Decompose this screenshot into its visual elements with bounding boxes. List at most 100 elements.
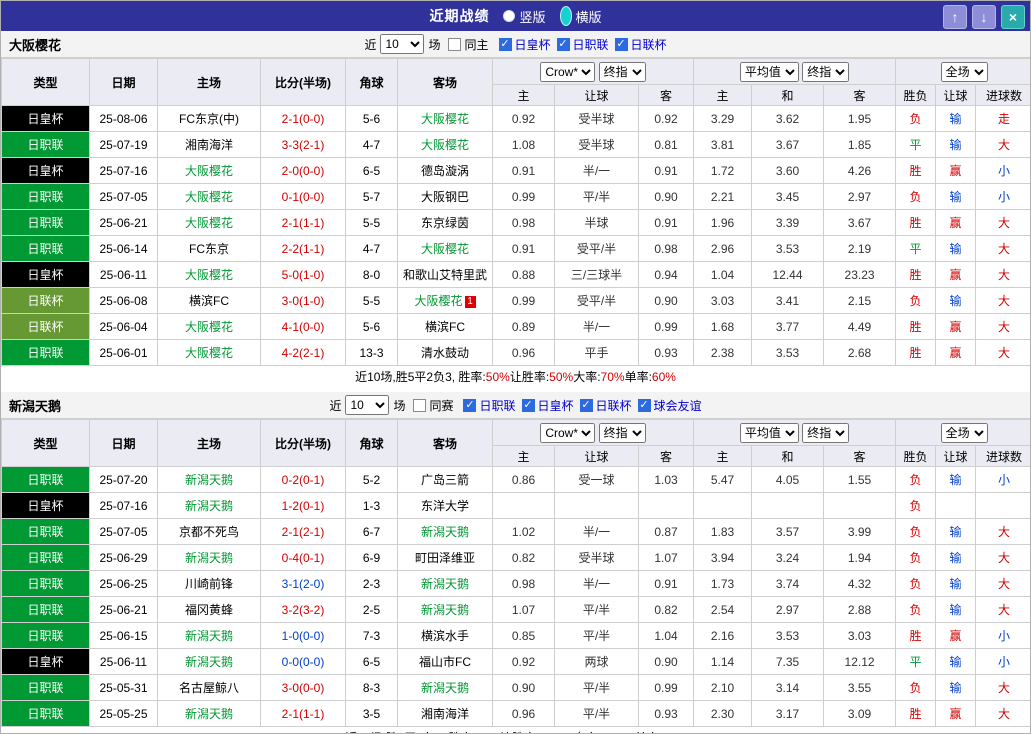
average-time-select[interactable]: 终指 [802, 61, 850, 82]
odds-cell: 1.55 [823, 466, 897, 493]
odds-cell: 2.68 [823, 339, 897, 366]
average-time-select[interactable]: 终指 [802, 422, 850, 443]
odds-cell: 23.23 [823, 261, 897, 288]
titlebar-center: 近期战绩 竖版 横版 [429, 6, 602, 26]
away-team-cell: 大阪樱花 [397, 131, 493, 158]
odds-cell: 受一球 [554, 466, 639, 493]
same-competition-filter[interactable]: 同赛 [413, 397, 453, 414]
same-competition-checkbox[interactable] [413, 398, 427, 412]
match-count-select[interactable]: 10 [380, 34, 425, 54]
league-checkbox[interactable]: ✓ [579, 398, 593, 412]
average-odds-select[interactable]: 平均值 [739, 61, 799, 82]
provider-time-select[interactable]: 终指 [598, 422, 646, 443]
result-cell: 小 [975, 183, 1030, 210]
league-cell: 日职联 [1, 466, 90, 493]
odds-cell: 受平/半 [554, 235, 639, 262]
odds-cell: 1.96 [693, 209, 753, 236]
league-checkbox[interactable]: ✓ [463, 398, 477, 412]
same-host-checkbox[interactable] [448, 37, 462, 51]
match-scope-select[interactable]: 全场 [940, 422, 988, 443]
odds-cell: 0.99 [637, 674, 695, 701]
odds-cell: 平/半 [554, 622, 639, 649]
league-checkbox[interactable]: ✓ [498, 37, 512, 51]
result-cell: 负 [895, 105, 937, 132]
away-team-cell: 德岛漩涡 [397, 157, 493, 184]
odds-cell: 1.14 [693, 648, 753, 675]
match-row: 日职联 25-07-05 京都不死鸟 2-1(2-1) 6-7 新潟天鹅 1.02 半/一 0.… [1, 518, 1030, 545]
same-host-label: 同主 [464, 37, 489, 52]
summary-part: 50% [485, 369, 510, 384]
subcol-away-odds: 客 [637, 445, 695, 467]
league-filter[interactable]: ✓ 日职联 [463, 397, 516, 414]
odds-cell [751, 492, 825, 519]
league-filters: ✓ 日职联 ✓ 日皇杯 ✓ 日联杯 ✓ 球会友谊 [457, 397, 702, 414]
away-team-cell: 横滨FC [397, 313, 493, 340]
league-filter[interactable]: ✓ 日皇杯 [521, 397, 574, 414]
vertical-layout-radio[interactable]: 竖版 [503, 7, 546, 26]
league-filter[interactable]: ✓ 日联杯 [614, 36, 667, 53]
league-checkbox[interactable]: ✓ [614, 37, 628, 51]
close-button[interactable]: × [1001, 5, 1025, 29]
result-cell: 胜 [895, 339, 937, 366]
same-host-filter[interactable]: 同主 [448, 36, 489, 53]
odds-provider-select[interactable]: Crow* [540, 422, 596, 443]
league-filter[interactable]: ✓ 球会友谊 [637, 397, 702, 414]
odds-cell: 3.53 [751, 235, 825, 262]
match-scope-select[interactable]: 全场 [940, 61, 988, 82]
result-cell: 输 [935, 596, 977, 623]
league-filter[interactable]: ✓ 日皇杯 [498, 36, 551, 53]
odds-cell: 2.88 [823, 596, 897, 623]
result-cell: 输 [935, 235, 977, 262]
subcol-result: 胜负 [895, 445, 937, 467]
date-cell: 25-05-31 [89, 674, 158, 701]
radio-icon [559, 6, 572, 26]
corners-cell: 5-5 [345, 209, 398, 236]
league-checkbox[interactable]: ✓ [521, 398, 535, 412]
match-count-select[interactable]: 10 [345, 395, 390, 415]
result-cell: 平 [895, 648, 937, 675]
scroll-up-button[interactable]: ↑ [943, 5, 967, 29]
result-cell: 大 [975, 518, 1030, 545]
summary-part: 让胜率: [509, 370, 550, 384]
odds-provider-select[interactable]: Crow* [540, 61, 596, 82]
average-odds-select[interactable]: 平均值 [739, 422, 799, 443]
scroll-down-button[interactable]: ↓ [972, 5, 996, 29]
summary-line: 近10场,胜5平2负3, 胜率: 50% 让胜率: 50% 大率: 70% 单率: 60… [1, 366, 1030, 387]
score-cell: 5-0(1-0) [260, 261, 346, 288]
date-cell: 25-07-05 [89, 183, 158, 210]
league-checkbox[interactable]: ✓ [556, 37, 570, 51]
away-team-cell: 大阪钢巴 [397, 183, 493, 210]
away-team-cell: 新潟天鹅 [397, 674, 493, 701]
odds-cell: 2.30 [693, 700, 753, 727]
league-filter[interactable]: ✓ 日联杯 [579, 397, 632, 414]
odds-cell: 3.99 [823, 518, 897, 545]
odds-cell: 0.90 [637, 648, 695, 675]
league-label: 日联杯 [630, 37, 667, 52]
odds-cell: 3.57 [751, 518, 825, 545]
filter-bar: 近 10 场 同主 ✓ 日皇杯 ✓ 日职联 ✓ 日联杯 [362, 34, 668, 54]
away-team-cell: 清水鼓动 [397, 339, 493, 366]
horizontal-layout-radio[interactable]: 横版 [559, 6, 602, 26]
odds-cell: 两球 [554, 648, 639, 675]
section-header: 大阪樱花 近 10 场 同主 ✓ 日皇杯 ✓ 日职联 ✓ 日联杯 [1, 31, 1030, 58]
result-cell: 负 [895, 570, 937, 597]
result-cell: 输 [935, 648, 977, 675]
result-cell: 赢 [935, 339, 977, 366]
date-cell: 25-07-19 [89, 131, 158, 158]
score-cell: 2-1(2-1) [260, 518, 346, 545]
odds-cell: 3.03 [693, 287, 753, 314]
league-filter[interactable]: ✓ 日职联 [556, 36, 609, 53]
provider-time-select[interactable]: 终指 [598, 61, 646, 82]
league-checkbox[interactable]: ✓ [637, 398, 651, 412]
odds-cell: 1.04 [693, 261, 753, 288]
home-team-cell: FC东京(中) [157, 105, 261, 132]
odds-cell [492, 492, 555, 519]
corners-cell: 5-2 [345, 466, 398, 493]
league-cell: 日职联 [1, 518, 90, 545]
red-card-badge: 1 [464, 296, 476, 308]
odds-cell: 平手 [554, 339, 639, 366]
league-cell: 日职联 [1, 544, 90, 571]
titlebar-buttons: ↑ ↓ × [943, 5, 1025, 29]
score-cell: 2-1(0-0) [260, 105, 346, 132]
score-cell: 4-1(0-0) [260, 313, 346, 340]
